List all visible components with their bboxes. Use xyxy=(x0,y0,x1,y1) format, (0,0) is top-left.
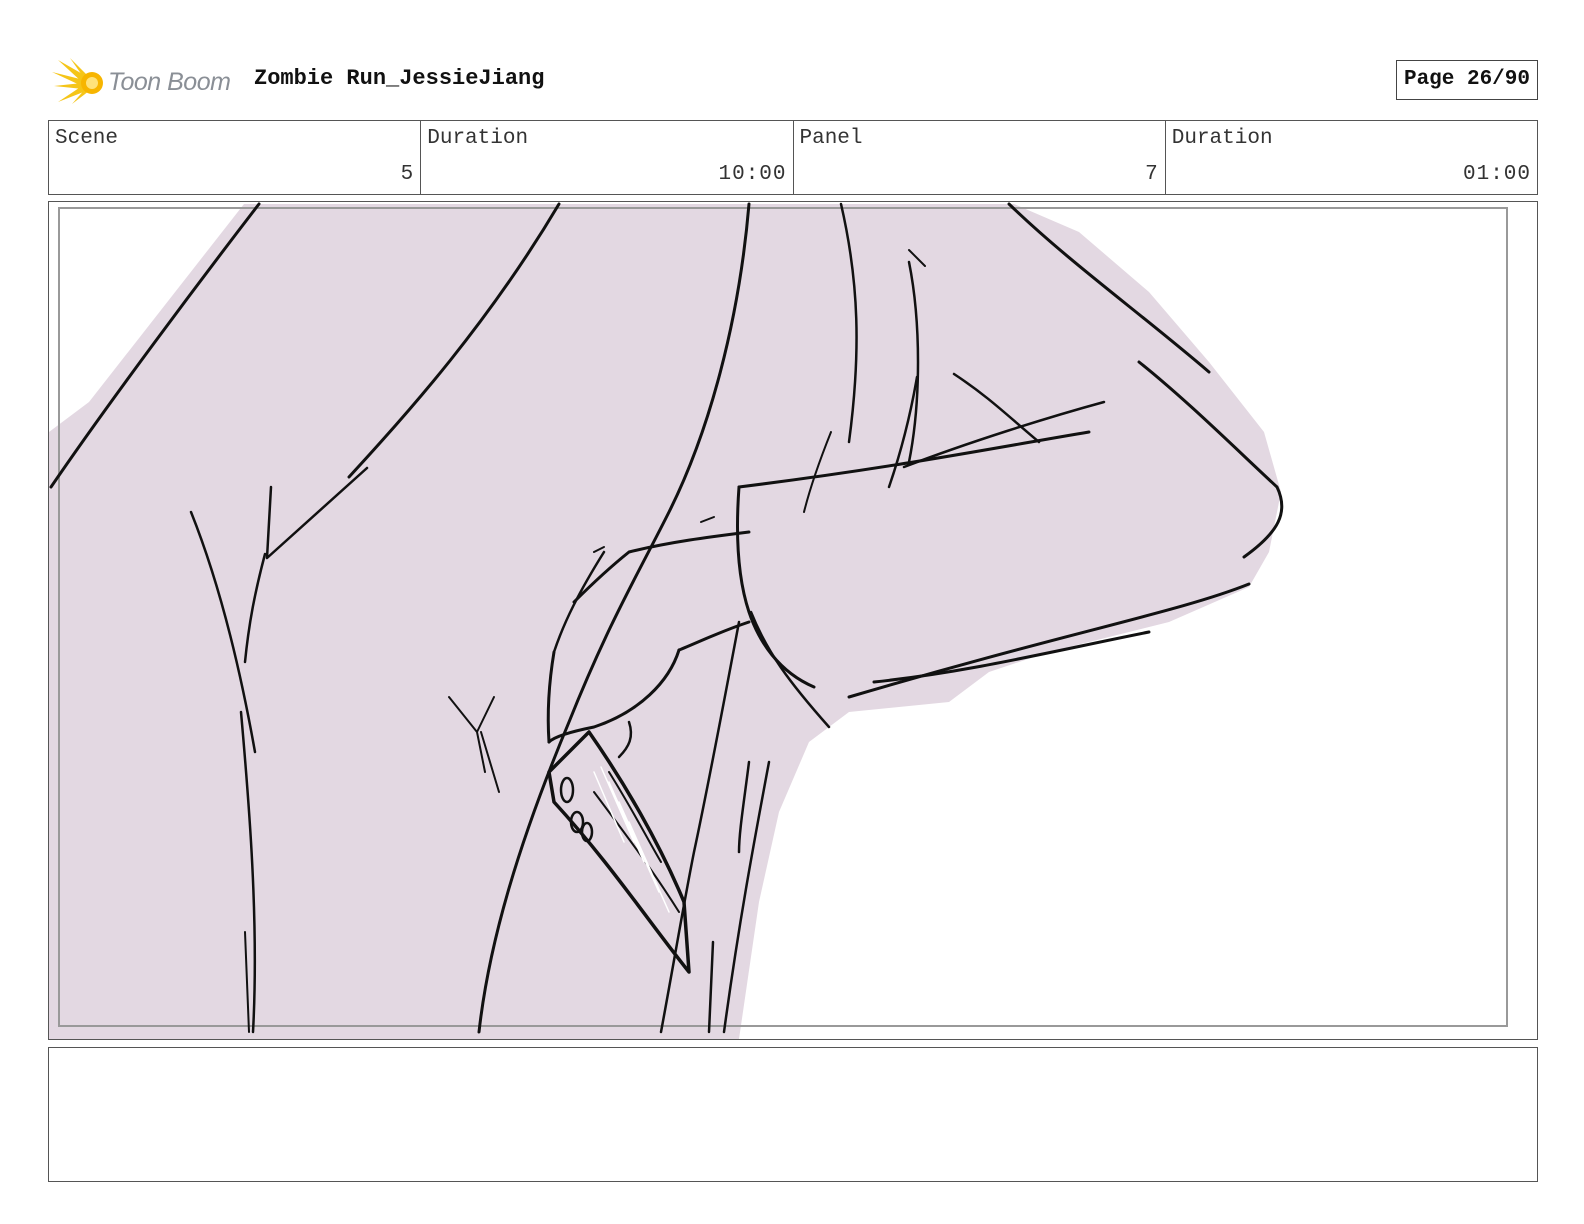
document-title: Zombie Run_JessieJiang xyxy=(254,66,545,91)
panel-cell: Panel 7 xyxy=(794,121,1166,194)
panel-label: Panel xyxy=(799,127,863,150)
toon-boom-logo: Toon Boom xyxy=(52,56,242,106)
logo-text: Toon Boom xyxy=(108,68,231,96)
scene-cell: Scene 5 xyxy=(49,121,422,194)
sunburst-icon xyxy=(52,58,103,104)
sketch-fill xyxy=(49,204,1281,1039)
scene-duration-label: Duration xyxy=(427,127,529,150)
sketch-drawing xyxy=(49,202,1508,1039)
panel-duration-label: Duration xyxy=(1171,127,1273,150)
page-indicator: Page 26/90 xyxy=(1395,60,1538,100)
info-row: Scene 5 Duration 10:00 Panel 7 Duration … xyxy=(48,120,1538,195)
page-header: Toon Boom Zombie Run_JessieJiang Page 26… xyxy=(48,52,1538,112)
notes-box[interactable] xyxy=(48,1047,1538,1182)
scene-label: Scene xyxy=(55,127,119,150)
scene-value: 5 xyxy=(400,163,415,186)
scene-duration-cell: Duration 10:00 xyxy=(421,121,794,194)
panel-duration-value: 01:00 xyxy=(1462,163,1531,186)
panel-duration-cell: Duration 01:00 xyxy=(1166,121,1537,194)
panel-value: 7 xyxy=(1145,163,1159,186)
storyboard-panel xyxy=(48,201,1538,1040)
scene-duration-value: 10:00 xyxy=(718,163,787,186)
